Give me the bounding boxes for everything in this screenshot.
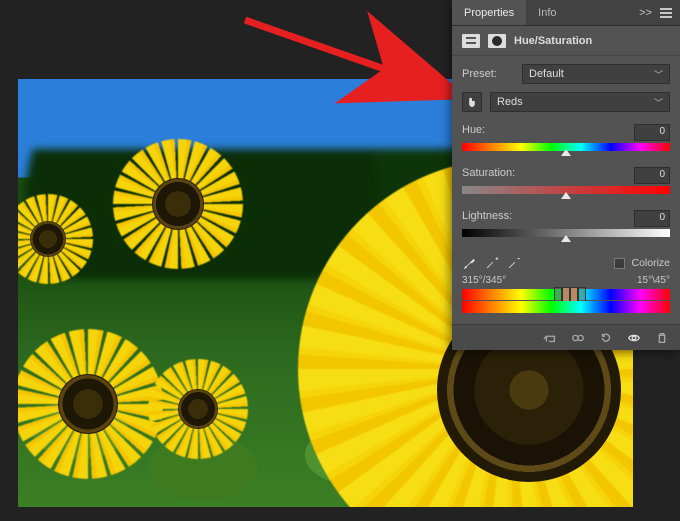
tab-info[interactable]: Info [526,0,568,25]
lightness-value-input[interactable]: 0 [634,210,670,227]
layer-mask-icon [488,34,506,48]
adjustment-title: Hue/Saturation [514,35,592,47]
color-range-value: Reds [497,96,523,108]
saturation-slider[interactable] [462,186,670,196]
color-range-strip-top[interactable] [462,289,670,300]
image-sunflower [18,329,163,479]
hue-value-input[interactable]: 0 [634,124,670,141]
clip-to-layer-icon[interactable] [542,330,558,346]
image-sunflower [148,359,248,459]
adjustment-header: Hue/Saturation [452,26,680,56]
chevron-down-icon: ﹀ [654,96,663,109]
hue-label: Hue: [462,124,485,141]
chevron-down-icon: ﹀ [654,68,663,81]
eyedropper-subtract-icon[interactable] [506,255,522,271]
toggle-visibility-icon[interactable] [626,330,642,346]
eyedropper-add-icon[interactable] [484,255,500,271]
preset-label: Preset: [462,68,514,80]
preset-value: Default [529,68,564,80]
image-sunflower [113,139,243,269]
lightness-slider[interactable] [462,229,670,239]
saturation-label: Saturation: [462,167,515,184]
preset-dropdown[interactable]: Default ﹀ [522,64,670,84]
panel-footer [452,324,680,350]
range-left-value: 315°/345° [462,275,506,286]
range-right-value: 15°\45° [637,275,670,286]
properties-panel: Properties Info >> Hue/Saturation Preset… [452,0,680,350]
slider-thumb[interactable] [561,149,571,156]
hue-saturation-adjustment-icon [462,34,480,48]
view-previous-state-icon[interactable] [570,330,586,346]
color-range-dropdown[interactable]: Reds ﹀ [490,92,670,112]
panel-tabbar: Properties Info >> [452,0,680,26]
lightness-label: Lightness: [462,210,512,227]
eyedropper-icon[interactable] [462,255,478,271]
panel-menu-icon[interactable] [660,8,672,18]
hue-slider[interactable] [462,143,670,153]
collapse-icon[interactable]: >> [639,7,652,19]
colorize-label: Colorize [631,257,670,269]
targeted-adjustment-tool-icon[interactable] [462,92,482,112]
slider-thumb[interactable] [561,235,571,242]
reset-icon[interactable] [598,330,614,346]
delete-icon[interactable] [654,330,670,346]
color-range-strip-bottom[interactable] [462,301,670,313]
saturation-value-input[interactable]: 0 [634,167,670,184]
checkbox-box-icon [614,258,625,269]
colorize-checkbox[interactable]: Colorize [614,257,670,269]
slider-thumb[interactable] [561,192,571,199]
tab-properties[interactable]: Properties [452,0,526,25]
